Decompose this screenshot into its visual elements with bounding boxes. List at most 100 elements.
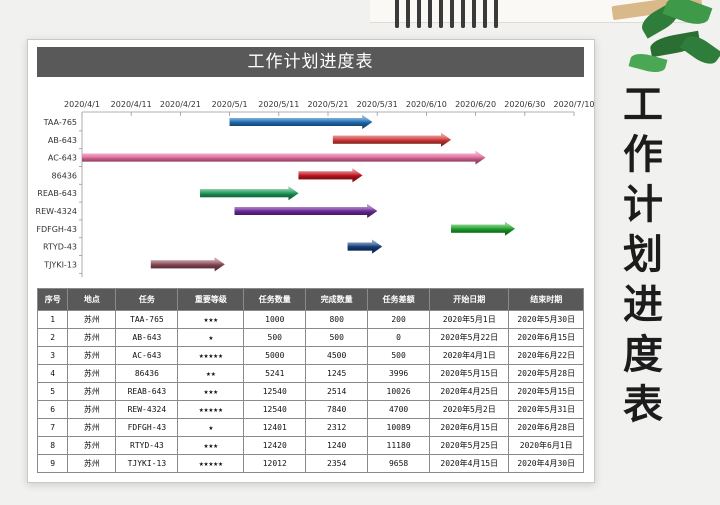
- task-bar-shading: [234, 204, 378, 218]
- x-tick-label: 2020/4/1: [64, 100, 100, 109]
- task-row-label: AB-643: [48, 136, 77, 145]
- task-row-label: REW-4324: [36, 207, 77, 216]
- table-cell: ★: [177, 418, 245, 437]
- column-header: 任务差额: [367, 288, 431, 311]
- table-cell: 苏州: [67, 310, 117, 329]
- table-cell: 2020年5月15日: [429, 364, 510, 383]
- column-header: 结束时期: [508, 288, 584, 311]
- table-row: 3 苏州 AC-643 ★★★★★ 5000 4500 500 2020年4月1日 2020年6…: [36, 346, 584, 365]
- table-cell: 3996: [367, 364, 431, 383]
- table-cell: 12540: [243, 400, 307, 419]
- table-cell: 1245: [305, 364, 369, 383]
- table-cell: 7840: [305, 400, 369, 419]
- task-row-label: TJYKI-13: [43, 260, 77, 269]
- task-bar-shading: [229, 115, 373, 129]
- table-cell: 800: [305, 310, 369, 329]
- table-cell: 2020年6月15日: [508, 328, 584, 347]
- side-title: 工作计划进度表: [620, 80, 666, 430]
- table-cell: 10026: [367, 382, 431, 401]
- table-cell: AB-643: [115, 328, 179, 347]
- task-bar-shading: [200, 186, 299, 201]
- progress-sheet: 工作计划进度表 2020/4/1 2020/4/11 2020/4/21 2020/5…: [27, 39, 595, 483]
- table-cell: 苏州: [67, 418, 117, 437]
- x-tick-label: 2020/6/20: [455, 100, 496, 109]
- table-cell: 12420: [243, 436, 307, 455]
- table-cell: 5000: [243, 346, 307, 365]
- table-row: 2 苏州 AB-643 ★ 500 500 0 2020年5月22日 2020年6月15日: [36, 328, 584, 347]
- task-table: 序号 地点 任务 重要等级 任务数量 完成数量 任务差额 开始日期 结束时期 1 苏州 TAA-76…: [36, 288, 584, 473]
- table-cell: ★★★: [177, 436, 245, 455]
- x-tick-label: 2020/5/31: [357, 100, 398, 109]
- table-cell: 200: [367, 310, 431, 329]
- table-cell: 苏州: [67, 364, 117, 383]
- table-cell: 1: [36, 310, 69, 329]
- table-cell: 2020年5月30日: [508, 310, 584, 329]
- table-cell: 2020年4月1日: [429, 346, 510, 365]
- task-row-label: REAB-643: [37, 189, 77, 198]
- side-title-char: 作: [623, 132, 663, 178]
- x-tick-label: 2020/6/30: [504, 100, 545, 109]
- table-cell: 2020年4月25日: [429, 382, 510, 401]
- task-bar-shading: [332, 132, 451, 147]
- table-cell: 2020年5月1日: [429, 310, 510, 329]
- table-cell: ★★★★★: [177, 400, 245, 419]
- task-row-label: 86436: [52, 171, 77, 180]
- column-header: 开始日期: [429, 288, 510, 311]
- table-cell: 2020年6月22日: [508, 346, 584, 365]
- table-cell: ★: [177, 328, 245, 347]
- table-cell: FDFGH-43: [115, 418, 179, 437]
- table-cell: 2020年6月1日: [508, 436, 584, 455]
- table-cell: 2020年5月2日: [429, 400, 510, 419]
- table-cell: 2354: [305, 454, 369, 473]
- gantt-chart: 2020/4/1 2020/4/11 2020/4/21 2020/5/1 2020/5…: [36, 100, 594, 278]
- table-cell: 2514: [305, 382, 369, 401]
- table-cell: 86436: [115, 364, 179, 383]
- column-header: 任务数量: [243, 288, 307, 311]
- x-tick-label: 2020/5/21: [307, 100, 348, 109]
- table-cell: 10089: [367, 418, 431, 437]
- table-cell: 2020年4月15日: [429, 454, 510, 473]
- table-cell: 1240: [305, 436, 369, 455]
- table-cell: 500: [305, 328, 369, 347]
- column-header: 重要等级: [177, 288, 245, 311]
- column-header: 任务: [115, 288, 179, 311]
- side-title-char: 进: [623, 282, 663, 328]
- table-cell: 苏州: [67, 436, 117, 455]
- table-cell: 5: [36, 382, 69, 401]
- table-cell: 0: [367, 328, 431, 347]
- table-cell: 9658: [367, 454, 431, 473]
- x-tick-label: 2020/5/1: [212, 100, 248, 109]
- table-cell: 2020年6月28日: [508, 418, 584, 437]
- column-header: 地点: [67, 288, 117, 311]
- table-cell: TAA-765: [115, 310, 179, 329]
- column-header: 完成数量: [305, 288, 369, 311]
- table-row: 1 苏州 TAA-765 ★★★ 1000 800 200 2020年5月1日 2020年5月3…: [36, 310, 584, 329]
- table-cell: 2020年4月30日: [508, 454, 584, 473]
- task-bar-shading: [82, 150, 486, 165]
- table-cell: TJYKI-13: [115, 454, 179, 473]
- table-cell: 9: [36, 454, 69, 473]
- table-row: 8 苏州 RTYD-43 ★★★ 12420 1240 11180 2020年5月25日 202…: [36, 436, 584, 455]
- table-cell: 2312: [305, 418, 369, 437]
- table-cell: 4500: [305, 346, 369, 365]
- table-row: 6 苏州 REW-4324 ★★★★★ 12540 7840 4700 2020年5月2日 20…: [36, 400, 584, 419]
- task-bar-shading: [451, 221, 515, 236]
- table-cell: 2: [36, 328, 69, 347]
- table-cell: 2020年5月22日: [429, 328, 510, 347]
- table-cell: ★★: [177, 364, 245, 383]
- task-row-label: AC-643: [48, 154, 77, 163]
- x-tick-label: 2020/7/10: [553, 100, 594, 109]
- table-cell: 2020年5月15日: [508, 382, 584, 401]
- table-cell: 12401: [243, 418, 307, 437]
- table-cell: ★★★: [177, 382, 245, 401]
- table-cell: ★★★★★: [177, 454, 245, 473]
- task-bar-shading: [150, 257, 225, 272]
- table-cell: 2020年5月25日: [429, 436, 510, 455]
- side-title-char: 度: [623, 332, 663, 378]
- column-header: 序号: [36, 288, 69, 311]
- table-cell: 12012: [243, 454, 307, 473]
- table-cell: 苏州: [67, 382, 117, 401]
- table-cell: 4: [36, 364, 69, 383]
- side-title-char: 表: [623, 382, 663, 428]
- table-cell: 苏州: [67, 454, 117, 473]
